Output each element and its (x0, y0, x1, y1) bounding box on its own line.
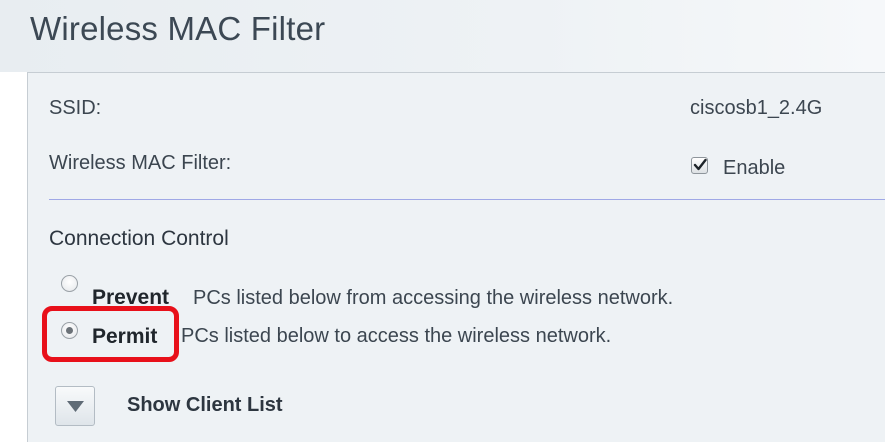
chevron-down-icon (67, 401, 84, 412)
permit-option-description: PCs listed below to access the wireless … (181, 325, 612, 347)
section-divider (49, 199, 885, 200)
ssid-value: ciscosb1_2.4G (690, 97, 823, 119)
ssid-label: SSID: (49, 97, 102, 119)
title-bar: Wireless MAC Filter (0, 0, 885, 72)
enable-label[interactable]: Enable (723, 157, 785, 180)
prevent-option-description: PCs listed below from accessing the wire… (193, 287, 674, 309)
show-client-list-label[interactable]: Show Client List (127, 394, 283, 417)
page-title: Wireless MAC Filter (30, 10, 326, 47)
checkmark-icon (693, 158, 707, 171)
prevent-radio[interactable] (61, 275, 78, 292)
enable-checkbox[interactable] (691, 157, 708, 174)
settings-panel (27, 72, 885, 442)
mac-filter-label: Wireless MAC Filter: (49, 152, 232, 174)
permit-highlight-annotation (42, 306, 179, 362)
show-client-list-toggle-button[interactable] (55, 386, 95, 426)
connection-control-heading: Connection Control (49, 227, 229, 250)
